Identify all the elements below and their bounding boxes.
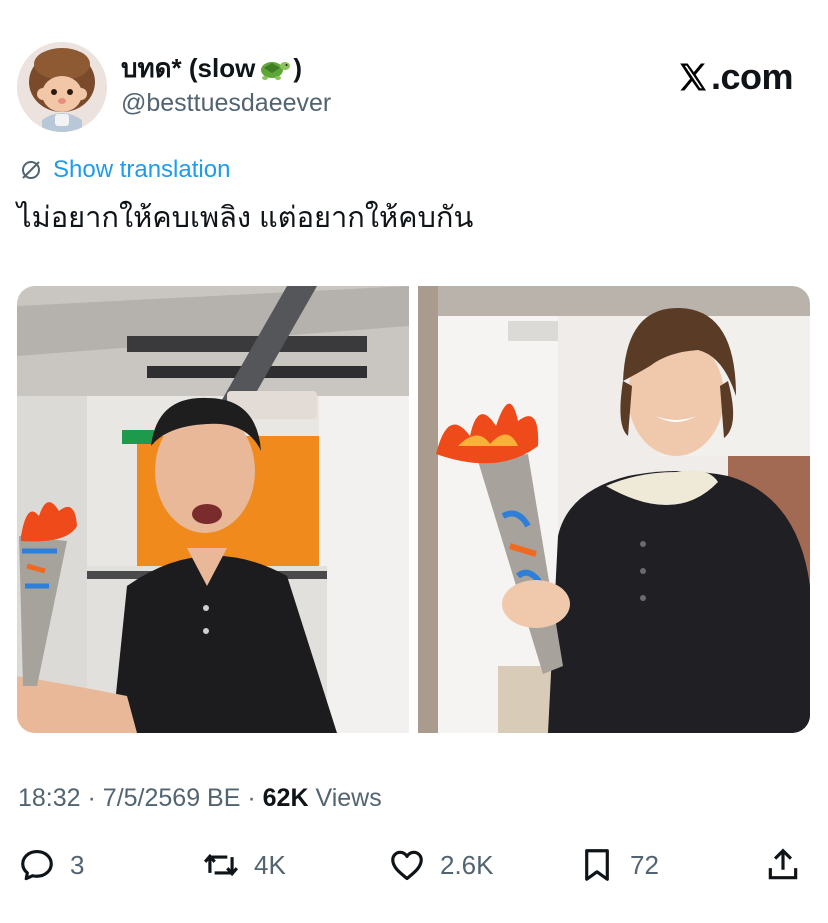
display-name-text: บทด* (slow (121, 53, 256, 83)
show-translation-link[interactable]: Show translation (19, 156, 230, 184)
bookmark-count: 72 (630, 849, 659, 880)
retweet-icon (203, 853, 239, 877)
globe-icon (22, 161, 40, 179)
reply-icon (21, 849, 53, 881)
tweet-text: ไม่อยากให้คบเพลิง แต่อยากให้คบกัน (17, 202, 474, 234)
photo-left[interactable] (17, 286, 409, 733)
show-translation-label: Show translation (53, 156, 231, 183)
like-count: 2.6K (440, 849, 494, 880)
tweet-time[interactable]: 18:32 (18, 784, 81, 812)
display-name[interactable]: บทด* (slow ) (121, 52, 331, 84)
share-button[interactable] (764, 840, 802, 890)
share-icon (768, 848, 798, 880)
logo-text: .com (710, 56, 794, 97)
display-name-suffix: ) (293, 53, 302, 83)
like-button[interactable]: 2.6K (388, 840, 494, 890)
turtle-emoji-icon (257, 54, 291, 82)
views-label: Views (315, 784, 382, 812)
retweet-count: 4K (254, 849, 286, 880)
photo-right[interactable] (418, 286, 810, 733)
bookmark-button[interactable]: 72 (578, 840, 659, 890)
bookmark-icon (585, 849, 609, 881)
tweet-media[interactable] (17, 286, 810, 733)
action-bar: 3 4K 2.6K 72 (18, 840, 802, 890)
views-count: 62K (262, 784, 309, 812)
heart-icon (391, 850, 423, 881)
author-names: บทด* (slow ) @besttuesdaeever (121, 52, 331, 120)
tweet-date[interactable]: 7/5/2569 BE (103, 784, 241, 812)
meta-separator-2: · (247, 784, 256, 812)
reply-count: 3 (70, 849, 85, 880)
tweet-meta: 18:32 · 7/5/2569 BE · 62K Views (18, 780, 382, 816)
meta-separator-1: · (87, 784, 96, 812)
avatar[interactable] (17, 42, 107, 132)
reply-button[interactable]: 3 (18, 840, 84, 890)
x-logo-icon (680, 63, 707, 91)
x-com-logo: .com (676, 56, 794, 98)
retweet-button[interactable]: 4K (202, 840, 286, 890)
user-handle[interactable]: @besttuesdaeever (121, 86, 331, 120)
tweet-header: บทด* (slow ) @besttuesdaeever .com (17, 42, 811, 132)
